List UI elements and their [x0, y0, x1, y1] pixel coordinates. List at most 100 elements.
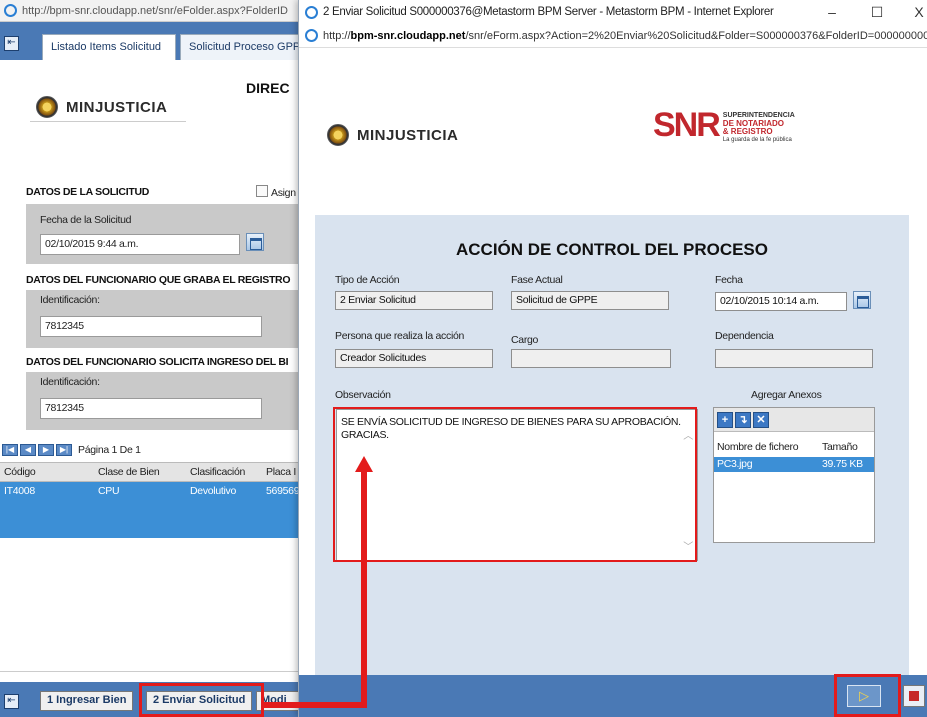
snr-logo-letters: SNR: [653, 106, 721, 144]
coat-of-arms-icon: [327, 124, 349, 146]
anexo-tamano: 39.75 KB: [822, 458, 863, 470]
ie-icon: [305, 29, 318, 42]
divider: [30, 121, 186, 122]
address-path: /snr/eForm.aspx?Action=2%20Enviar%20Soli…: [465, 29, 927, 42]
popup-title: 2 Enviar Solicitud S000000376@Metastorm …: [323, 6, 774, 18]
tipo-accion-label: Tipo de Acción: [335, 274, 400, 286]
next-page-icon[interactable]: ▶: [38, 444, 54, 456]
minimize-icon[interactable]: –: [822, 4, 842, 20]
tab-listado-items-label: Listado Items Solicitud: [51, 41, 162, 53]
address-prefix: http://: [323, 29, 351, 42]
grid-cell-codigo: IT4008: [4, 485, 35, 497]
id-solicita-label: Identificación:: [40, 376, 100, 388]
popup-title-bar: 2 Enviar Solicitud S000000376@Metastorm …: [299, 0, 927, 24]
replace-icon[interactable]: ↴: [735, 411, 751, 428]
list-item[interactable]: PC3.jpg 39.75 KB: [714, 457, 874, 472]
fecha-field[interactable]: 02/10/2015 10:14 a.m.: [715, 292, 847, 311]
section-title-solicitud: DATOS DE LA SOLICITUD: [26, 186, 150, 198]
grid-pager: |◀ ◀ ▶ ▶| Página 1 De 1: [0, 442, 300, 458]
tab-listado-items[interactable]: Listado Items Solicitud: [42, 34, 176, 60]
form-title: ACCIÓN DE CONTROL DEL PROCESO: [455, 240, 768, 259]
maximize-icon[interactable]: ☐: [867, 4, 887, 21]
observacion-label: Observación: [335, 389, 391, 401]
grid-col-clasificacion[interactable]: Clasificación: [190, 466, 245, 478]
snr-logo: SNR SUPERINTENDENCIA DE NOTARIADO & REGI…: [653, 108, 795, 144]
snr-logo-line4: La guarda de la fe pública: [722, 137, 792, 143]
play-button-highlight: [834, 674, 901, 717]
section-title-funcionario-solicita: DATOS DEL FUNCIONARIO SOLICITA INGRESO D…: [26, 356, 289, 368]
ie-icon: [4, 4, 17, 17]
background-form: MINJUSTICIA DIREC DATOS DE LA SOLICITUD …: [0, 60, 300, 682]
fecha-solicitud-field[interactable]: 02/10/2015 9:44 a.m.: [40, 234, 240, 255]
grid-header: Código Clase de Bien Clasificación Placa…: [0, 462, 300, 482]
assign-label: Asign: [271, 187, 296, 199]
assign-checkbox[interactable]: [256, 185, 268, 197]
minjusticia-logo: MINJUSTICIA: [327, 124, 458, 146]
anexos-toolbar: + ↴ ✕: [714, 408, 874, 432]
delete-icon[interactable]: ✕: [753, 411, 769, 428]
last-page-icon[interactable]: ▶|: [56, 444, 72, 456]
minjusticia-logo: MINJUSTICIA: [36, 96, 167, 118]
cancel-stop-button[interactable]: [903, 685, 925, 707]
arrow-shaft-vertical: [361, 472, 367, 708]
pager-text: Página 1 De 1: [78, 444, 141, 456]
back-arrow-icon[interactable]: ⇤: [4, 694, 19, 709]
id-graba-field[interactable]: 7812345: [40, 316, 262, 337]
tab-solicitud-proceso-label: Solicitud Proceso GPPE: [189, 41, 305, 53]
tipo-accion-field[interactable]: 2 Enviar Solicitud: [335, 291, 493, 310]
anexos-title: Agregar Anexos: [751, 389, 822, 401]
grid-empty-area: [0, 538, 300, 672]
id-solicita-field[interactable]: 7812345: [40, 398, 262, 419]
background-address-bar[interactable]: http://bpm-snr.cloudapp.net/snr/eFolder.…: [0, 0, 300, 22]
anexos-list: + ↴ ✕ Nombre de fichero Tamaño PC3.jpg 3…: [713, 407, 875, 543]
ie-icon: [305, 5, 318, 19]
address-host: bpm-snr.cloudapp.net: [350, 29, 466, 42]
grid-col-placa[interactable]: Placa I: [266, 466, 296, 478]
anexos-header: Nombre de fichero Tamaño: [714, 438, 874, 456]
id-graba-label: Identificación:: [40, 294, 100, 306]
table-row[interactable]: IT4008 CPU Devolutivo 569569: [0, 482, 300, 538]
grid-col-clase[interactable]: Clase de Bien: [98, 466, 160, 478]
persona-label: Persona que realiza la acción: [335, 330, 465, 342]
section-title-funcionario-graba: DATOS DEL FUNCIONARIO QUE GRABA EL REGIS…: [26, 274, 291, 286]
persona-field[interactable]: Creador Solicitudes: [335, 349, 493, 368]
minjusticia-logo-text: MINJUSTICIA: [357, 126, 459, 144]
fecha-label: Fecha: [715, 274, 743, 286]
fase-actual-label: Fase Actual: [511, 274, 563, 286]
minjusticia-logo-text: MINJUSTICIA: [66, 98, 168, 116]
background-address-text: http://bpm-snr.cloudapp.net/snr/eFolder.…: [22, 4, 288, 17]
fase-actual-field[interactable]: Solicitud de GPPE: [511, 291, 669, 310]
dependencia-field[interactable]: [715, 349, 873, 368]
popup-window: 2 Enviar Solicitud S000000376@Metastorm …: [298, 0, 927, 717]
arrow-head: [355, 456, 373, 472]
calendar-icon[interactable]: [246, 233, 264, 251]
close-icon[interactable]: X: [909, 4, 927, 20]
add-icon[interactable]: +: [717, 411, 733, 428]
observation-highlight: [333, 407, 697, 562]
ingresar-bien-button[interactable]: 1 Ingresar Bien: [40, 691, 134, 711]
first-page-icon[interactable]: |◀: [2, 444, 18, 456]
background-window: http://bpm-snr.cloudapp.net/snr/eFolder.…: [0, 0, 305, 717]
back-arrow-icon[interactable]: ⇤: [4, 36, 19, 51]
calendar-icon[interactable]: [853, 291, 871, 309]
cargo-label: Cargo: [511, 334, 539, 346]
coat-of-arms-icon: [36, 96, 58, 118]
tab-solicitud-proceso[interactable]: Solicitud Proceso GPPE: [180, 34, 305, 60]
grid-col-codigo[interactable]: Código: [4, 466, 36, 478]
snr-logo-line3: & REGISTRO: [722, 127, 773, 136]
background-heading: DIREC: [246, 80, 290, 96]
anexo-nombre: PC3.jpg: [717, 458, 753, 470]
enviar-solicitud-highlight: [139, 683, 264, 717]
arrow-shaft-horizontal: [262, 702, 367, 708]
fecha-solicitud-label: Fecha de la Solicitud: [40, 214, 132, 226]
cargo-field[interactable]: [511, 349, 671, 368]
background-tab-bar: ⇤ Listado Items Solicitud Solicitud Proc…: [0, 22, 305, 60]
anexos-col-nombre: Nombre de fichero: [717, 441, 799, 453]
popup-action-bar: ▷: [299, 675, 927, 717]
grid-cell-clase: CPU: [98, 485, 120, 497]
grid-cell-clasificacion: Devolutivo: [190, 485, 237, 497]
popup-address-bar[interactable]: http://bpm-snr.cloudapp.net/snr/eForm.as…: [299, 24, 927, 48]
anexos-col-tamano: Tamaño: [822, 441, 858, 453]
prev-page-icon[interactable]: ◀: [20, 444, 36, 456]
dependencia-label: Dependencia: [715, 330, 774, 342]
